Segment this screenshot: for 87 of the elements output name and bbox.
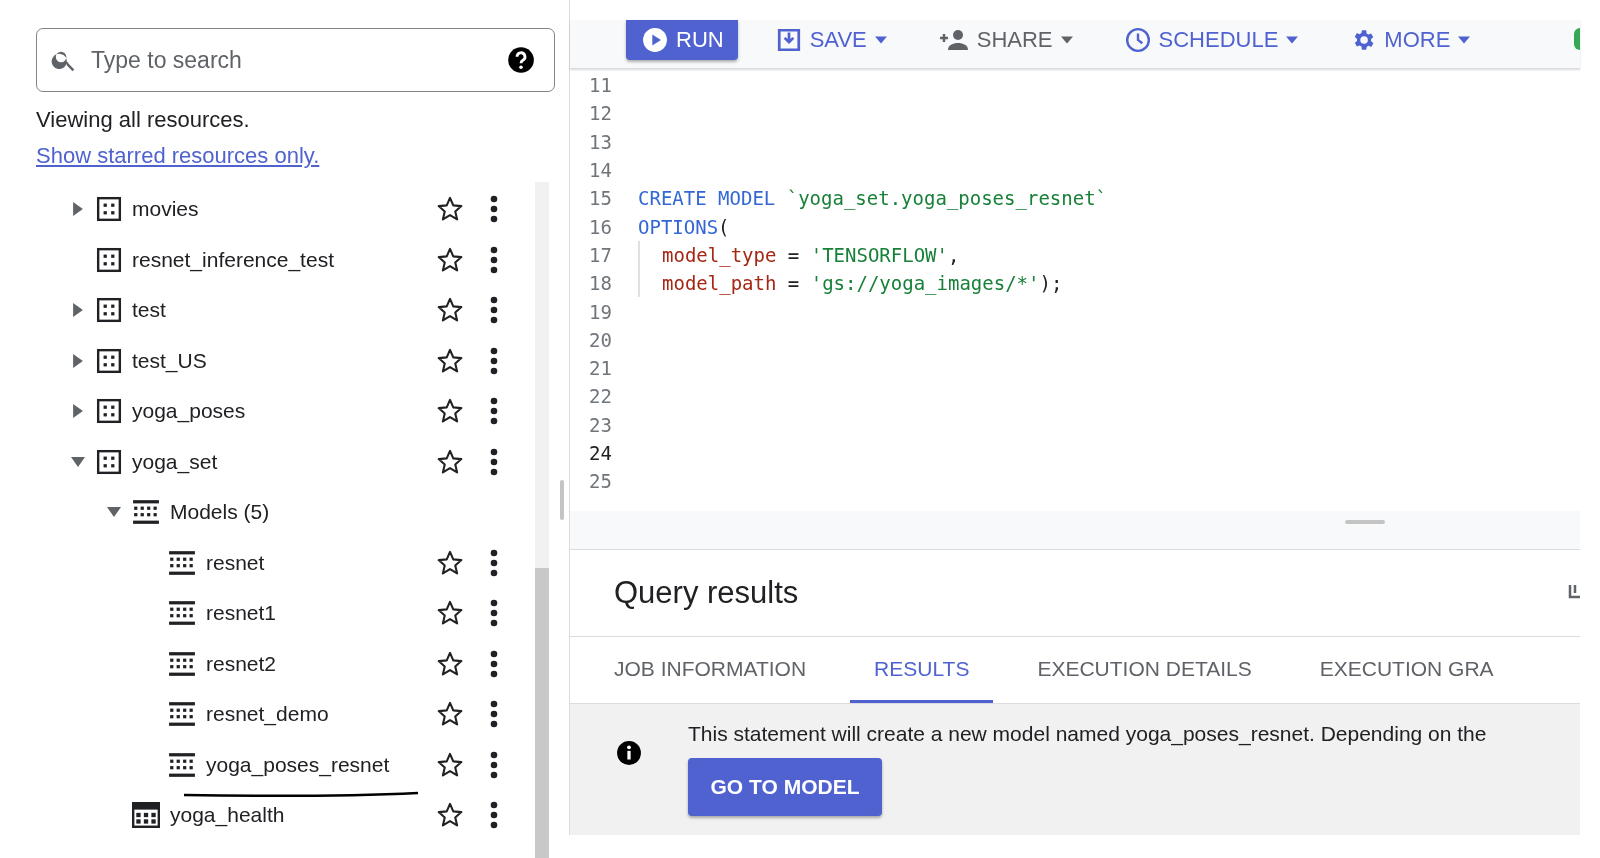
- dataset-icon: [96, 196, 122, 223]
- more-options-icon[interactable]: [490, 296, 498, 325]
- grid-icon: [168, 600, 196, 627]
- tree-item[interactable]: yoga_poses_resnet: [206, 752, 390, 777]
- info-message: This statement will create a new model named yoga_poses_resnet. Depending on the: [688, 722, 1487, 746]
- dataset-icon: [96, 448, 122, 475]
- star-icon[interactable]: [436, 245, 464, 274]
- more-options-icon[interactable]: [490, 447, 498, 476]
- code-line: OPTIONS(: [638, 215, 730, 238]
- tree-item[interactable]: Models (5): [170, 500, 270, 525]
- line-number: 17: [588, 243, 613, 266]
- more-options-icon[interactable]: [490, 599, 498, 628]
- grid-icon: [168, 701, 196, 728]
- more-options-icon[interactable]: [490, 195, 498, 224]
- more-options-icon[interactable]: [490, 801, 498, 830]
- line-number: 12: [588, 102, 613, 125]
- help-icon[interactable]: [507, 46, 535, 74]
- more-options-icon[interactable]: [490, 750, 498, 779]
- tree-item[interactable]: test: [132, 298, 166, 323]
- code-line: model_path = 'gs://yoga_images/*');: [662, 272, 1063, 295]
- toolbar-button[interactable]: SCHEDULE: [1110, 20, 1313, 60]
- grid-icon: [168, 549, 196, 576]
- starred-link[interactable]: Show starred resources only.: [36, 143, 320, 168]
- line-number: 13: [588, 130, 613, 153]
- panel-title: Query results: [614, 575, 799, 611]
- dataset-icon: [96, 297, 122, 324]
- add-person-icon: [938, 28, 969, 52]
- line-number: 20: [588, 328, 613, 351]
- tree-item[interactable]: resnet2: [206, 651, 277, 676]
- toolbar-button[interactable]: SAVE: [761, 20, 901, 60]
- code-line: model_type = 'TENSORFLOW',: [662, 243, 960, 266]
- line-number: 14: [588, 159, 613, 182]
- star-icon[interactable]: [436, 649, 464, 678]
- tree-item[interactable]: resnet: [206, 550, 265, 575]
- dataset-icon: [96, 246, 122, 273]
- more-options-icon[interactable]: [490, 649, 498, 678]
- grid-icon: [132, 499, 160, 526]
- line-number: 24: [588, 442, 613, 464]
- line-number: 16: [588, 215, 613, 238]
- toolbar-button[interactable]: RUN: [626, 20, 738, 60]
- results-tab[interactable]: EXECUTION GRA: [1295, 637, 1518, 703]
- star-icon[interactable]: [436, 447, 464, 476]
- line-number: 19: [588, 300, 613, 323]
- grid-icon: [168, 650, 196, 677]
- resize-handle[interactable]: [560, 480, 564, 520]
- search-field[interactable]: Type to search: [36, 28, 555, 92]
- dataset-icon: [96, 398, 122, 425]
- tree-item[interactable]: yoga_poses: [132, 399, 246, 424]
- more-options-icon[interactable]: [490, 548, 498, 577]
- star-icon[interactable]: [436, 750, 464, 779]
- line-number: 22: [588, 385, 613, 408]
- star-icon[interactable]: [436, 346, 464, 375]
- more-options-icon[interactable]: [490, 397, 498, 426]
- more-options-icon[interactable]: [490, 700, 498, 729]
- resize-handle[interactable]: [1345, 520, 1385, 524]
- results-tab[interactable]: JOB INFORMATION: [590, 637, 831, 703]
- table-icon: [132, 802, 160, 829]
- go-to-model-button[interactable]: GO TO MODEL: [688, 758, 882, 816]
- viewing-note: Viewing all resources. Show starred resources only.: [36, 106, 321, 170]
- toolbar-button[interactable]: MORE: [1336, 20, 1485, 60]
- tree-item[interactable]: resnet_demo: [206, 702, 329, 727]
- line-number: 25: [588, 470, 613, 493]
- info-icon: [616, 740, 642, 766]
- tree-item[interactable]: test_US: [132, 348, 207, 373]
- code-line: CREATE MODEL `yoga_set.yoga_poses_resnet`: [638, 187, 1107, 210]
- clock-icon: [1124, 27, 1151, 53]
- tree-item[interactable]: movies: [132, 197, 199, 222]
- tree-item[interactable]: resnet1: [206, 601, 277, 626]
- scrollbar-thumb[interactable]: [535, 568, 549, 858]
- line-number: 18: [588, 272, 613, 295]
- more-options-icon[interactable]: [490, 245, 498, 274]
- line-number: 21: [588, 357, 613, 380]
- save-icon: [775, 27, 802, 53]
- line-number: 15: [588, 187, 613, 210]
- status-icon: [1574, 28, 1580, 50]
- tree-item[interactable]: yoga_set: [132, 449, 218, 474]
- toolbar-button[interactable]: SHARE: [924, 20, 1087, 60]
- tree-item[interactable]: yoga_health: [170, 803, 285, 828]
- star-icon[interactable]: [436, 548, 464, 577]
- play-icon: [642, 27, 668, 53]
- results-tab[interactable]: EXECUTION DETAILS: [1013, 637, 1276, 703]
- grid-icon: [168, 751, 196, 778]
- tree-item[interactable]: resnet_inference_test: [132, 247, 334, 272]
- line-number: 23: [588, 413, 613, 436]
- line-number: 11: [588, 74, 613, 97]
- dataset-icon: [96, 347, 122, 374]
- more-options-icon[interactable]: [490, 346, 498, 375]
